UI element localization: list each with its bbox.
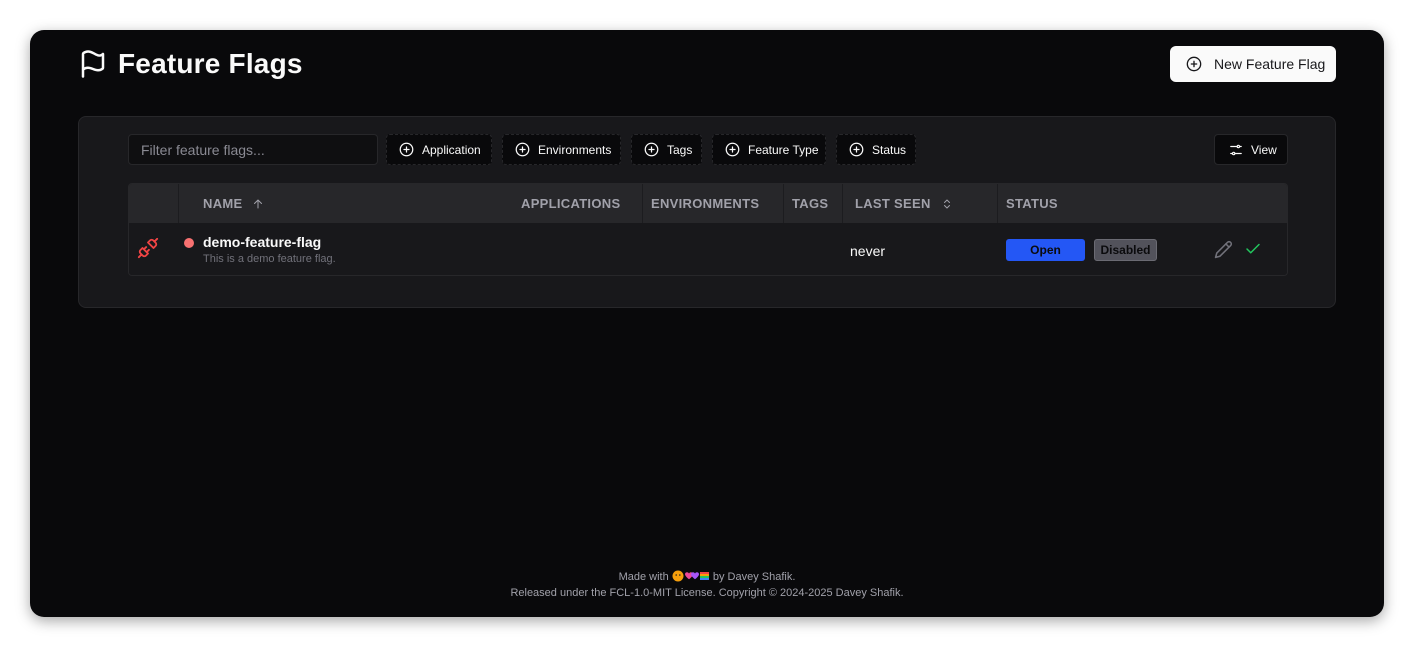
plus-circle-icon (849, 142, 864, 157)
filter-feature-type-label: Feature Type (748, 142, 819, 157)
column-environments-label: ENVIRONMENTS (651, 196, 760, 211)
table-row[interactable]: demo-feature-flag This is a demo feature… (129, 223, 1287, 275)
column-status-label: STATUS (1006, 196, 1058, 211)
column-applications-label: APPLICATIONS (521, 196, 621, 211)
sliders-icon (1230, 144, 1242, 155)
page-title: Feature Flags (118, 48, 303, 79)
page-header: Feature Flags New Feature Flag (78, 46, 1336, 82)
flags-panel: Application Environments Tags Feature Ty… (78, 116, 1336, 308)
last-seen-value: never (850, 243, 886, 259)
column-header-last-seen[interactable]: LAST SEEN (855, 184, 953, 223)
arrow-up-icon (254, 199, 263, 208)
column-last-seen-label: LAST SEEN (855, 196, 931, 211)
filter-input[interactable] (128, 134, 378, 165)
filter-tags-button[interactable]: Tags (631, 134, 702, 165)
plus-circle-icon (515, 142, 530, 157)
filter-feature-type-button[interactable]: Feature Type (712, 134, 826, 165)
column-header-status: STATUS (1006, 184, 1058, 223)
status-indicator-dot (184, 238, 194, 248)
filter-application-button[interactable]: Application (386, 134, 492, 165)
filter-status-label: Status (872, 142, 907, 157)
plus-circle-icon (399, 142, 414, 157)
app-window: Feature Flags New Feature Flag Applicati… (30, 30, 1384, 617)
view-label: View (1251, 142, 1277, 157)
new-feature-flag-button[interactable]: New Feature Flag (1170, 46, 1336, 82)
column-header-applications: APPLICATIONS (521, 184, 620, 223)
title-group: Feature Flags (78, 48, 303, 80)
filter-application-label: Application (422, 142, 481, 157)
status-disabled-button[interactable]: Disabled (1094, 239, 1157, 261)
footer: Made with by Davey Shafik. Released unde… (30, 569, 1384, 601)
footer-credit: Made with by Davey Shafik. (30, 569, 1384, 585)
column-divider (178, 184, 179, 223)
emoji-hearts-icon (672, 570, 709, 582)
column-divider (842, 184, 843, 223)
status-open-button[interactable]: Open (1006, 239, 1085, 261)
flags-table: NAME APPLICATIONS ENVIRONMENTS TAGS LAST… (128, 183, 1288, 276)
flag-icon (81, 50, 105, 78)
plus-circle-icon (1186, 56, 1202, 72)
plus-circle-icon (644, 142, 659, 157)
chevrons-up-down-icon (943, 199, 950, 208)
footer-made-with-suffix: by Davey Shafik. (712, 571, 796, 583)
column-divider (997, 184, 998, 223)
flag-name[interactable]: demo-feature-flag (203, 234, 321, 250)
unplugged-icon (137, 237, 159, 259)
check-icon[interactable] (1244, 240, 1262, 258)
column-header-tags: TAGS (792, 184, 828, 223)
view-options-button[interactable]: View (1214, 134, 1288, 165)
footer-made-with-prefix: Made with (618, 571, 669, 583)
new-feature-flag-label: New Feature Flag (1214, 56, 1326, 72)
column-divider (642, 184, 643, 223)
table-header: NAME APPLICATIONS ENVIRONMENTS TAGS LAST… (129, 184, 1287, 223)
plus-circle-icon (725, 142, 740, 157)
column-header-environments: ENVIRONMENTS (651, 184, 759, 223)
filter-environments-label: Environments (538, 142, 612, 157)
filter-tags-label: Tags (667, 142, 693, 157)
column-header-name[interactable]: NAME (203, 184, 264, 223)
column-name-label: NAME (203, 196, 243, 211)
column-divider (783, 184, 784, 223)
flag-description: This is a demo feature flag. (203, 253, 336, 265)
pencil-icon[interactable] (1214, 240, 1233, 259)
filter-status-button[interactable]: Status (836, 134, 916, 165)
filter-environments-button[interactable]: Environments (502, 134, 621, 165)
footer-license: Released under the FCL-1.0-MIT License. … (510, 587, 904, 599)
column-tags-label: TAGS (792, 196, 829, 211)
